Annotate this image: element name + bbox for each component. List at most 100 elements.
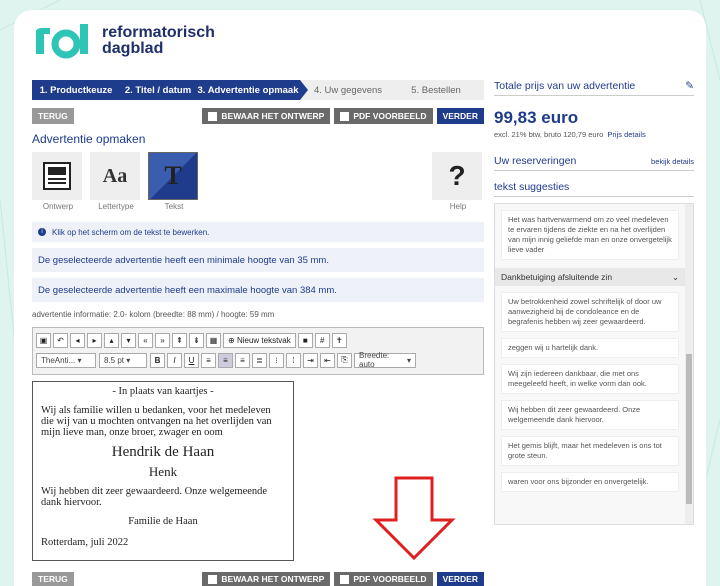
ad-name[interactable]: Hendrik de Haan — [41, 444, 285, 461]
layout-icon — [43, 162, 71, 190]
bottom-icon[interactable]: ⇟ — [189, 332, 204, 348]
save-icon — [208, 111, 218, 121]
section-title: Advertentie opmaken — [32, 132, 146, 146]
justify-icon[interactable]: ≣ — [252, 352, 267, 368]
info-icon: i — [38, 228, 46, 236]
arrow-right-icon[interactable]: ▸ — [87, 332, 102, 348]
ad-body[interactable]: Wij als familie willen u bedanken, voor … — [41, 405, 285, 438]
tool-design[interactable]: Ontwerp — [32, 152, 84, 214]
outdent-icon[interactable]: ⇤ — [320, 352, 335, 368]
step-4[interactable]: 4. Uw gegevens — [308, 80, 388, 100]
step-arrow-icon — [300, 80, 308, 100]
info-banner: i Klik op het scherm om de tekst te bewer… — [32, 222, 484, 242]
arrow-left-icon[interactable]: ◂ — [70, 332, 85, 348]
font-select[interactable]: TheAnti... ▾ — [36, 352, 96, 368]
sidebar: Totale prijs van uw advertentie ✎ 99,83 e… — [494, 80, 694, 525]
reservations-link[interactable]: bekijk details — [651, 157, 694, 166]
save-design-button-bottom[interactable]: BEWAAR HET ONTWERP — [202, 572, 331, 586]
step-2[interactable]: 2. Titel / datum — [120, 80, 196, 100]
suggestion-item[interactable]: waren voor ons bijzonder en onvergetelij… — [501, 472, 679, 492]
align-center-icon[interactable]: ≡ — [218, 352, 233, 368]
italic-button[interactable]: I — [167, 352, 182, 368]
paste-icon[interactable]: ⎘ — [337, 352, 352, 368]
ad-family[interactable]: Familie de Haan — [41, 516, 285, 527]
step-3[interactable]: 3. Advertentie opmaak — [196, 80, 300, 100]
brand-logo[interactable]: reformatorisch dagblad — [32, 22, 215, 60]
editor-toolbar: ▣ ↶ ◂ ▸ ▴ ▾ « » ⇞ ⇟ ▦ ⊕ Nieuw tekstvak ■… — [32, 327, 484, 375]
ad-thanks[interactable]: Wij hebben dit zeer gewaardeerd. Onze we… — [41, 486, 285, 508]
align-right-icon[interactable]: ≡ — [235, 352, 250, 368]
back-button[interactable]: TERUG — [32, 108, 74, 124]
tool-text[interactable]: T Tekst — [148, 152, 200, 214]
price-details-link[interactable]: Prijs details — [607, 130, 645, 139]
suggestion-item[interactable]: Uw betrokkenheid zowel schriftelijk of d… — [501, 292, 679, 332]
brand-line1: reformatorisch — [102, 24, 215, 41]
indent-icon[interactable]: ⇥ — [303, 352, 318, 368]
tool-font[interactable]: Aa Lettertype — [90, 152, 142, 214]
scroll-thumb[interactable] — [686, 354, 692, 504]
grid-icon[interactable]: ▦ — [206, 332, 221, 348]
font-icon: Aa — [102, 164, 128, 187]
page-card: reformatorisch dagblad 1. Productkeuze 2… — [14, 10, 706, 586]
reservations-title: Uw reserveringen — [494, 155, 577, 167]
tool-help[interactable]: ? Help — [432, 152, 484, 214]
list-icon[interactable]: ⁝ — [269, 352, 284, 368]
progress-steps: 1. Productkeuze 2. Titel / datum 3. Adve… — [32, 80, 484, 100]
ad-place-date[interactable]: Rotterdam, juli 2022 — [41, 537, 285, 548]
ad-info: advertentie informatie: 2.0- kolom (bree… — [32, 310, 275, 319]
help-icon: ? — [448, 160, 466, 191]
fast-forward-icon[interactable]: » — [155, 332, 170, 348]
chevron-down-icon: ⌄ — [671, 271, 679, 282]
max-height-notice: De geselecteerde advertentie heeft een m… — [32, 278, 484, 302]
price-title: Totale prijs van uw advertentie — [494, 80, 636, 92]
step-5[interactable]: 5. Bestellen — [388, 80, 484, 100]
underline-button[interactable]: U — [184, 352, 199, 368]
fast-back-icon[interactable]: « — [138, 332, 153, 348]
pdf-icon — [340, 111, 350, 121]
size-select[interactable]: 8.5 pt ▾ — [99, 352, 147, 368]
pdf-icon — [340, 574, 350, 584]
top-icon[interactable]: ⇞ — [172, 332, 187, 348]
suggestions-scrollbar[interactable] — [685, 204, 693, 524]
text-icon: T — [164, 161, 182, 190]
suggestion-item[interactable]: Het gemis blijft, maar het medeleven is … — [501, 436, 679, 466]
suggestion-item[interactable]: zeggen wij u hartelijk dank. — [501, 338, 679, 358]
pdf-preview-button-bottom[interactable]: PDF VOORBEELD — [334, 572, 433, 586]
price-value: 99,83 euro — [494, 108, 579, 127]
new-textbox-button[interactable]: ⊕ Nieuw tekstvak — [223, 332, 296, 348]
pdf-preview-button[interactable]: PDF VOORBEELD — [334, 108, 433, 124]
suggestion-item[interactable]: Wij hebben dit zeer gewaardeerd. Onze we… — [501, 400, 679, 430]
arrow-down-icon[interactable]: ▾ — [121, 332, 136, 348]
save-icon-button[interactable]: ▣ — [36, 332, 51, 348]
arrow-up-icon[interactable]: ▴ — [104, 332, 119, 348]
width-select[interactable]: Breedte: auto ▾ — [354, 351, 416, 369]
down-arrow-icon — [372, 476, 456, 560]
pin-icon[interactable]: ✎ — [685, 80, 694, 92]
min-height-notice: De geselecteerde advertentie heeft een m… — [32, 248, 484, 272]
back-button-bottom[interactable]: TERUG — [32, 572, 74, 586]
step-1[interactable]: 1. Productkeuze — [32, 80, 120, 100]
next-button-bottom[interactable]: VERDER — [436, 572, 484, 586]
numbered-list-icon[interactable]: ⁞ — [286, 352, 301, 368]
hash-icon[interactable]: # — [314, 332, 330, 348]
suggestion-item[interactable]: Wij zijn iedereen dankbaar, die met ons … — [501, 364, 679, 394]
align-left-icon[interactable]: ≡ — [201, 352, 216, 368]
suggestions-title: tekst suggesties — [494, 181, 570, 193]
rd-logo-icon — [36, 24, 88, 59]
ad-nickname[interactable]: Henk — [41, 464, 285, 480]
next-button[interactable]: VERDER — [436, 108, 484, 124]
category-header[interactable]: Dankbetuiging afsluitende zin ⌄ — [495, 268, 685, 286]
price-note: excl. 21% btw, bruto 120,79 euro — [494, 130, 604, 139]
suggestion-item[interactable]: Het was hartverwarmend om zo veel medele… — [501, 210, 679, 260]
save-icon — [208, 574, 218, 584]
ad-canvas[interactable]: - In plaats van kaartjes - Wij als famil… — [32, 381, 294, 561]
design-tools: Ontwerp Aa Lettertype T Tekst ? Help — [32, 152, 484, 214]
block-icon[interactable]: ■ — [297, 332, 313, 348]
bottom-actions: TERUG BEWAAR HET ONTWERP PDF VOORBEELD V… — [32, 572, 484, 586]
ad-header[interactable]: - In plaats van kaartjes - — [41, 386, 285, 397]
save-design-button[interactable]: BEWAAR HET ONTWERP — [202, 108, 331, 124]
undo-icon[interactable]: ↶ — [53, 332, 68, 348]
plus-icon[interactable]: ✝ — [331, 332, 347, 348]
suggestions-list[interactable]: Het was hartverwarmend om zo veel medele… — [494, 203, 694, 525]
bold-button[interactable]: B — [150, 352, 165, 368]
